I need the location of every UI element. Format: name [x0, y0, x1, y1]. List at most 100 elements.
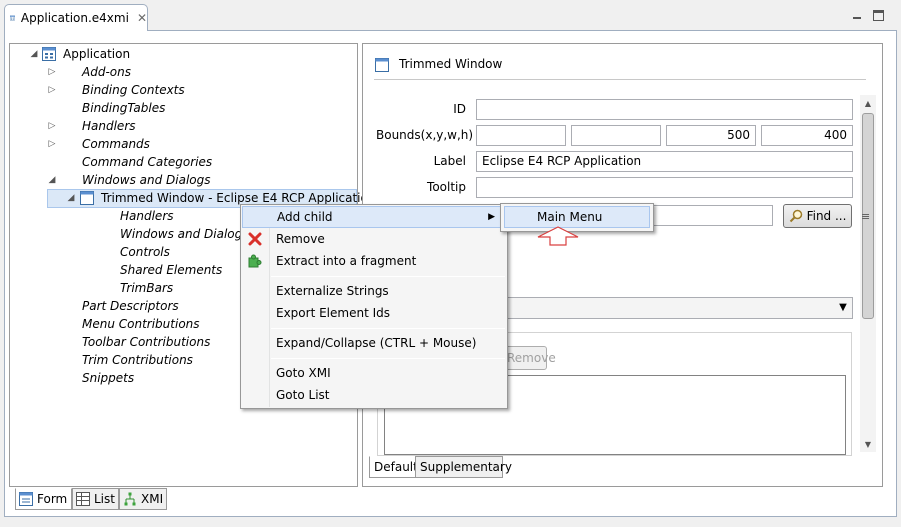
expanded-icon[interactable]: ◢ — [47, 171, 57, 189]
tree-item-label: Controls — [120, 245, 170, 259]
menu-separator — [271, 276, 505, 277]
tree-item-toolbar-contributions[interactable]: Toolbar Contributions — [82, 333, 210, 351]
scroll-up-icon[interactable]: ▲ — [860, 96, 876, 112]
context-menu: Add child ▶ Remove Extract into a fragme… — [240, 204, 508, 409]
bounds-w-field[interactable]: 500 — [666, 125, 756, 146]
menu-separator — [271, 358, 505, 359]
minimize-icon[interactable] — [852, 10, 862, 20]
menu-item-label: Remove — [276, 232, 325, 246]
maximize-icon[interactable] — [873, 10, 884, 21]
xmi-icon — [124, 492, 136, 506]
form-icon — [19, 492, 33, 506]
tab-supplementary[interactable]: Supplementary — [415, 456, 512, 478]
window-icon — [80, 191, 94, 205]
submenu-arrow-icon: ▶ — [488, 212, 495, 222]
bounds-h-field[interactable]: 400 — [761, 125, 853, 146]
divider — [374, 79, 866, 80]
tab-form-label: Form — [37, 492, 68, 506]
search-icon — [789, 209, 802, 223]
menu-item-goto-list[interactable]: Goto List — [242, 384, 506, 406]
tree-item-label: Windows and Dialogs — [82, 173, 211, 187]
tree-item-label: Shared Elements — [120, 263, 223, 277]
label-field[interactable]: Eclipse E4 RCP Application — [476, 151, 853, 172]
editor-tab-label: Application.e4xmi — [20, 11, 129, 25]
tree-item-label: Command Categories — [82, 155, 213, 169]
bounds-y-field[interactable] — [571, 125, 661, 146]
menu-item-expand-collapse[interactable]: Expand/Collapse (CTRL + Mouse) — [242, 332, 506, 354]
collapsed-icon[interactable]: ▷ — [47, 135, 57, 153]
expanded-icon[interactable]: ◢ — [29, 45, 39, 63]
menu-item-label: Goto List — [276, 388, 330, 402]
collapsed-icon[interactable]: ▷ — [47, 63, 57, 81]
menu-item-externalize-strings[interactable]: Externalize Strings — [242, 280, 506, 302]
id-label: ID — [453, 102, 466, 116]
menu-item-remove[interactable]: Remove — [242, 228, 506, 250]
tree-item-shared-elements[interactable]: Shared Elements — [120, 261, 222, 279]
tree-item-label: Snippets — [82, 371, 135, 385]
application-icon — [42, 47, 56, 61]
menu-item-add-child[interactable]: Add child ▶ — [242, 206, 506, 228]
tree-item-label: Windows and Dialogs — [120, 227, 249, 241]
label-label: Label — [433, 154, 466, 168]
tab-default[interactable]: Default — [369, 456, 418, 478]
collapsed-icon[interactable]: ▷ — [47, 81, 57, 99]
tab-list[interactable]: List — [72, 488, 119, 510]
menu-item-label: Externalize Strings — [276, 284, 389, 298]
tab-list-label: List — [94, 492, 115, 506]
tree-item-part-descriptors[interactable]: Part Descriptors — [82, 297, 179, 315]
tree-item-label: Application — [63, 47, 131, 61]
menu-item-main-menu[interactable]: Main Menu — [504, 206, 650, 228]
expanded-icon[interactable]: ◢ — [66, 189, 76, 207]
grip-icon: ≡ — [861, 210, 871, 223]
menu-item-label: Extract into a fragment — [276, 254, 417, 268]
tree-item-label: Menu Contributions — [82, 317, 200, 331]
puzzle-icon — [248, 254, 262, 268]
list-icon — [76, 492, 90, 506]
tree-item-window-windows-and-dialogs[interactable]: Windows and Dialogs — [120, 225, 249, 243]
remove-icon — [248, 232, 262, 246]
tab-xmi-label: XMI — [141, 492, 164, 506]
bounds-label: Bounds(x,y,w,h) — [376, 128, 474, 142]
close-icon[interactable]: ✕ — [137, 11, 147, 25]
tooltip-label: Tooltip — [427, 180, 466, 194]
tree-item-label: Binding Contexts — [82, 83, 185, 97]
menu-item-label: Expand/Collapse (CTRL + Mouse) — [276, 336, 477, 350]
detail-title: Trimmed Window — [399, 57, 503, 71]
tree-item-label: Handlers — [120, 209, 174, 223]
window-icon — [375, 58, 389, 72]
menu-item-export-element-ids[interactable]: Export Element Ids — [242, 302, 506, 324]
tree-item-trimbars[interactable]: TrimBars — [120, 279, 173, 297]
tree-item-snippets[interactable]: Snippets — [82, 369, 134, 387]
tab-form[interactable]: Form — [15, 488, 72, 510]
menu-item-extract-fragment[interactable]: Extract into a fragment — [242, 250, 506, 272]
tree-item-label: Commands — [82, 137, 150, 151]
menu-item-goto-xmi[interactable]: Goto XMI — [242, 362, 506, 384]
scroll-down-icon[interactable]: ▼ — [860, 437, 876, 453]
chevron-down-icon[interactable]: ▼ — [836, 299, 850, 317]
tree-item-window-handlers[interactable]: Handlers — [120, 207, 174, 225]
menu-separator — [271, 328, 505, 329]
menu-item-label: Export Element Ids — [276, 306, 390, 320]
tab-xmi[interactable]: XMI — [119, 488, 167, 510]
menu-item-label: Goto XMI — [276, 366, 331, 380]
tree-item-label: TrimBars — [120, 281, 174, 295]
pointer-arrow-icon — [537, 226, 579, 246]
tree-item-controls[interactable]: Controls — [120, 243, 170, 261]
tree-item-label: Toolbar Contributions — [82, 335, 211, 349]
tree-item-trim-contributions[interactable]: Trim Contributions — [82, 351, 193, 369]
find-button-label: Find ... — [806, 209, 847, 223]
tooltip-field[interactable] — [476, 177, 853, 198]
id-field[interactable] — [476, 99, 853, 120]
bounds-x-field[interactable] — [476, 125, 566, 146]
combo-box[interactable] — [505, 297, 853, 319]
editor-tab[interactable]: Application.e4xmi ✕ — [4, 4, 148, 31]
tree-item-menu-contributions[interactable]: Menu Contributions — [82, 315, 200, 333]
collapsed-icon[interactable]: ▷ — [47, 117, 57, 135]
tree-item-label: Handlers — [82, 119, 136, 133]
find-button[interactable]: Find ... — [783, 204, 852, 228]
menu-item-label: Add child — [277, 210, 333, 224]
tree-item-label: Trim Contributions — [82, 353, 193, 367]
tree-item-label: BindingTables — [82, 101, 166, 115]
tree-item-label: Add-ons — [82, 65, 131, 79]
tree-item-label: Part Descriptors — [82, 299, 179, 313]
